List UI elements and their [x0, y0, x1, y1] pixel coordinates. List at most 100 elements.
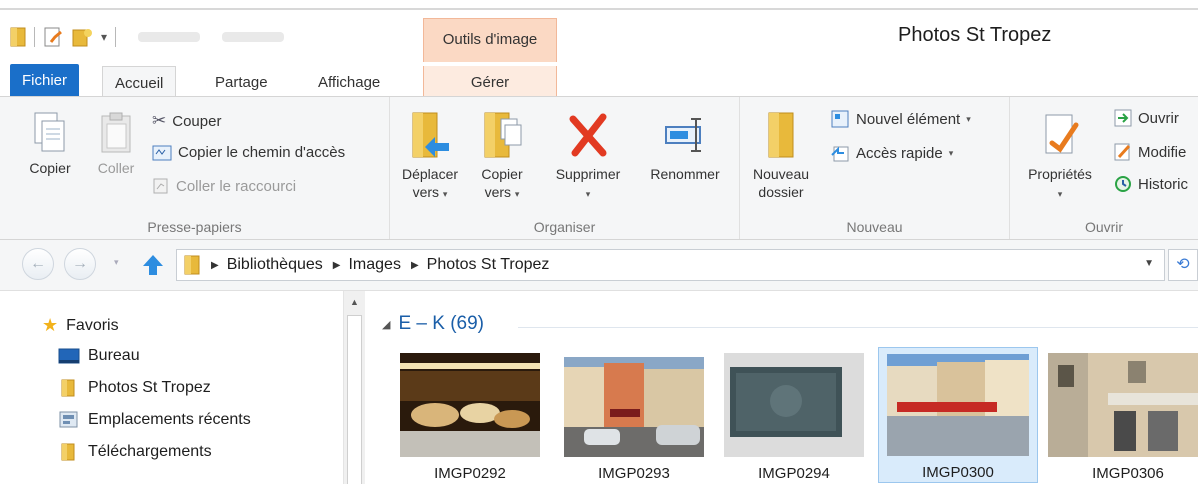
navigation-pane: ★ Favoris Bureau Photos St Tropez Emplac…: [0, 290, 368, 484]
scroll-thumb[interactable]: [347, 315, 362, 484]
group-header-label: E – K (69): [398, 313, 485, 334]
blurred-title: [222, 32, 285, 42]
breadcrumb-item[interactable]: ▶ Bibliothèques: [211, 256, 323, 274]
open-label: Ouvrir: [1138, 109, 1179, 127]
file-thumbnail[interactable]: IMGP0306: [1040, 349, 1198, 484]
folder-icon: [61, 379, 75, 397]
back-button[interactable]: ←: [22, 248, 54, 280]
copy-to-button[interactable]: Copier vers ▾: [474, 109, 530, 203]
file-thumbnail[interactable]: IMGP0294: [714, 349, 874, 484]
clipboard-group-label: Presse-papiers: [147, 219, 242, 235]
tab-manage[interactable]: Gérer: [423, 66, 557, 100]
easy-access-button[interactable]: Accès rapide ▾: [830, 143, 953, 163]
folder-icon: [184, 255, 200, 275]
history-label: Historic: [1138, 175, 1189, 193]
open-group: Propriétés ▾ Ouvrir Modifie Historic Ouv…: [1010, 97, 1198, 239]
copy-to-label-line2: vers: [484, 184, 512, 200]
copy-path-label: Copier le chemin d'accès: [178, 144, 346, 161]
thumbnail-image: [564, 357, 704, 457]
quick-access-toolbar: ▾: [10, 26, 285, 48]
navigation-bar: ← → ▾ ▶ Bibliothèques ▶ Images ▶ Photos St …: [0, 240, 1198, 290]
paste-shortcut-icon: [153, 178, 168, 194]
rename-label: Renommer: [650, 166, 720, 182]
copy-to-icon: [484, 112, 522, 158]
back-arrow-icon: ←: [30, 255, 46, 272]
address-history-dropdown-icon[interactable]: ▼: [1144, 258, 1154, 269]
organize-group: Déplacer vers ▾ Copier vers ▾ Supprimer …: [390, 97, 740, 239]
desktop-icon: [58, 348, 80, 364]
breadcrumb-item[interactable]: ▶ Photos St Tropez: [411, 256, 549, 274]
nav-favorites[interactable]: ★ Favoris: [42, 315, 119, 336]
nav-item-downloads[interactable]: Téléchargements: [58, 443, 212, 461]
copy-path-button[interactable]: Copier le chemin d'accès: [152, 144, 345, 161]
customize-qat-icon[interactable]: ▾: [101, 30, 107, 44]
copy-button[interactable]: Copier: [20, 111, 80, 177]
breadcrumb-item[interactable]: ▶ Images: [333, 256, 401, 274]
thumbnail-image: [1048, 353, 1198, 457]
move-to-button[interactable]: Déplacer vers ▾: [400, 109, 460, 203]
properties-icon[interactable]: [43, 26, 63, 48]
dropdown-caret-icon: ▾: [442, 189, 448, 199]
open-button[interactable]: Ouvrir: [1114, 109, 1179, 127]
paste-shortcut-button[interactable]: Coller le raccourci: [152, 177, 296, 195]
open-icon: [1114, 109, 1132, 127]
history-icon: [1115, 176, 1131, 192]
file-name: IMGP0292: [434, 465, 506, 482]
nav-item-label: Emplacements récents: [88, 411, 251, 428]
chevron-right-icon: ▶: [332, 259, 341, 271]
new-folder-icon[interactable]: [71, 26, 93, 48]
properties-label: Propriétés: [1028, 166, 1092, 182]
delete-label: Supprimer: [555, 166, 621, 182]
paste-button[interactable]: Coller: [88, 111, 144, 177]
rename-button[interactable]: Renommer: [640, 109, 730, 183]
file-name: IMGP0294: [758, 465, 830, 482]
file-thumbnail[interactable]: IMGP0292: [382, 349, 542, 484]
toolbar-separator: [34, 27, 35, 47]
forward-button[interactable]: →: [64, 248, 96, 280]
properties-button[interactable]: Propriétés ▾: [1020, 109, 1100, 203]
forward-arrow-icon: →: [72, 255, 88, 272]
paste-icon: [101, 112, 131, 153]
thumbnail-image: [400, 353, 540, 457]
group-divider: [518, 327, 1198, 328]
copy-icon: [34, 112, 65, 152]
group-header[interactable]: ◢ E – K (69): [382, 313, 484, 335]
nav-item-recent-places[interactable]: Emplacements récents: [58, 411, 251, 429]
cut-button[interactable]: ✂ Couper: [152, 111, 221, 131]
tab-home[interactable]: Accueil: [102, 66, 177, 100]
collapse-group-icon[interactable]: ◢: [382, 318, 390, 331]
up-arrow-icon[interactable]: [140, 252, 166, 278]
nav-item-label: Photos St Tropez: [88, 379, 211, 396]
nav-item-photos-st-tropez[interactable]: Photos St Tropez: [58, 379, 211, 397]
nav-item-desktop[interactable]: Bureau: [58, 347, 140, 365]
scroll-up-icon[interactable]: ▲: [350, 297, 359, 307]
recent-locations-icon[interactable]: ▾: [114, 257, 119, 268]
nav-item-label: Bureau: [88, 347, 140, 364]
file-thumbnail-selected[interactable]: IMGP0300: [878, 347, 1038, 483]
address-bar[interactable]: ▶ Bibliothèques ▶ Images ▶ Photos St Tropez…: [176, 249, 1165, 281]
move-to-label-line2: vers: [412, 184, 440, 200]
file-thumbnail[interactable]: IMGP0293: [546, 349, 706, 484]
new-group-label: Nouveau: [846, 219, 903, 235]
tab-share[interactable]: Partage: [203, 66, 280, 98]
folder-icon: [61, 443, 75, 461]
refresh-icon: ⟲: [1176, 256, 1190, 273]
edit-button[interactable]: Modifie: [1114, 143, 1186, 161]
edit-icon: [1114, 143, 1131, 161]
copy-path-icon: [152, 145, 172, 160]
refresh-button[interactable]: ⟲: [1168, 249, 1198, 281]
file-list: ◢ E – K (69) IMGP0292 IMGP0293 IMGP0294 …: [368, 290, 1198, 484]
star-icon: ★: [42, 315, 59, 335]
dropdown-caret-icon: ▾: [585, 189, 591, 199]
nav-favorites-label: Favoris: [66, 316, 119, 334]
blurred-title: [138, 32, 201, 42]
nav-scrollbar[interactable]: ▲: [343, 291, 365, 484]
delete-button[interactable]: Supprimer ▾: [538, 109, 638, 203]
tab-view[interactable]: Affichage: [306, 66, 392, 98]
new-folder-button[interactable]: Nouveau dossier: [746, 109, 816, 201]
move-to-icon: [412, 112, 449, 158]
new-item-button[interactable]: Nouvel élément ▾: [830, 109, 971, 129]
breadcrumb-label: Photos St Tropez: [426, 256, 550, 273]
tab-file[interactable]: Fichier: [10, 64, 80, 96]
history-button[interactable]: Historic: [1114, 175, 1188, 193]
